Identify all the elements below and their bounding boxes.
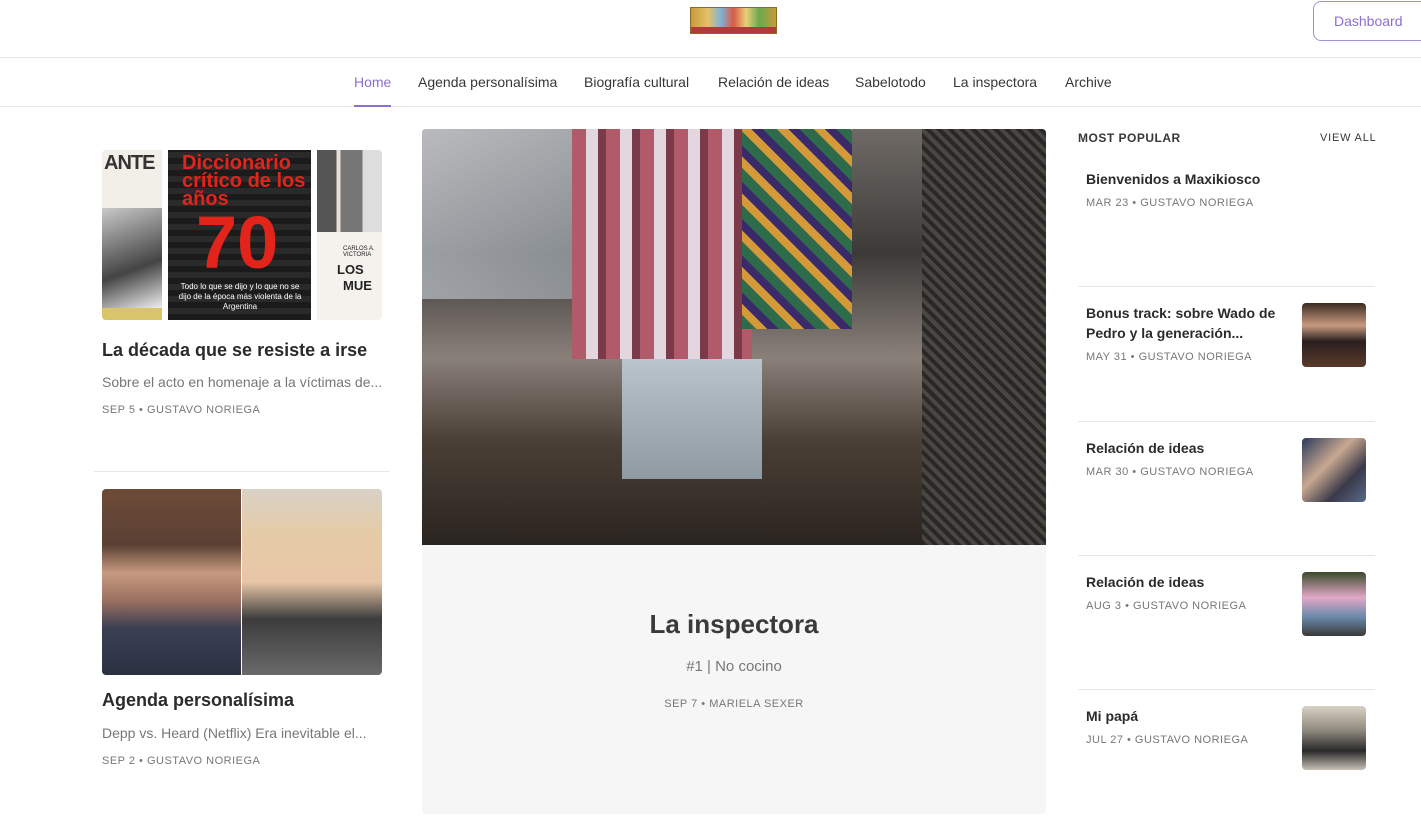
- nav-biografia-cultural[interactable]: Biografía cultural: [584, 58, 689, 106]
- nav-archive[interactable]: Archive: [1065, 58, 1112, 106]
- popular-item[interactable]: Relación de ideas AUG 3 • GUSTAVO NORIEG…: [1078, 555, 1375, 689]
- book-cover-image: ANTE: [102, 150, 162, 320]
- book-lettering: ANTE: [104, 152, 155, 174]
- post-cover-image[interactable]: [102, 489, 382, 675]
- divider: [94, 471, 390, 472]
- book-title-line: LOS: [337, 262, 364, 277]
- nav-agenda-personalisima[interactable]: Agenda personalísima: [418, 58, 557, 106]
- book-stripe: [102, 308, 162, 320]
- popular-item-meta: JUL 27 • GUSTAVO NORIEGA: [1086, 734, 1249, 746]
- image-shirt: [572, 129, 752, 359]
- image-jacket: [742, 129, 852, 329]
- featured-post-meta: SEP 7 • MARIELA SEXER: [664, 698, 804, 710]
- book-authors: CARLOS A. VICTORIA: [343, 246, 375, 258]
- post-subtitle: Depp vs. Heard (Netflix) Era inevitable …: [102, 725, 367, 741]
- book-photo: [102, 208, 162, 308]
- image-chair: [922, 129, 1046, 545]
- popular-item-meta: AUG 3 • GUSTAVO NORIEGA: [1086, 600, 1247, 612]
- nav-relacion-de-ideas[interactable]: Relación de ideas: [718, 58, 829, 106]
- popular-item-thumbnail[interactable]: [1302, 303, 1366, 367]
- popular-item-title[interactable]: Bonus track: sobre Wado de Pedro y la ge…: [1086, 303, 1291, 343]
- nav-sabelotodo[interactable]: Sabelotodo: [855, 58, 926, 106]
- book-number: 70: [196, 201, 279, 284]
- popular-item-title[interactable]: Relación de ideas: [1086, 572, 1291, 592]
- dashboard-button[interactable]: Dashboard: [1313, 1, 1421, 41]
- post-cover-image[interactable]: ANTE Diccionario crítico de los años 70 …: [102, 150, 382, 320]
- popular-item[interactable]: Mi papá JUL 27 • GUSTAVO NORIEGA: [1078, 689, 1375, 823]
- popular-item-title[interactable]: Mi papá: [1086, 706, 1291, 726]
- book-cover-image: Diccionario crítico de los años 70 Todo …: [168, 150, 311, 320]
- post-meta: SEP 2 • GUSTAVO NORIEGA: [102, 755, 261, 767]
- popular-item-meta: MAY 31 • GUSTAVO NORIEGA: [1086, 351, 1253, 363]
- post-title[interactable]: Agenda personalísima: [102, 690, 294, 711]
- book-photos: [317, 150, 382, 232]
- image-jeans: [622, 359, 762, 479]
- popular-item-thumbnail[interactable]: [1302, 438, 1366, 502]
- section-nav: Home Agenda personalísima Biografía cult…: [0, 58, 1421, 107]
- featured-post-title[interactable]: La inspectora: [422, 609, 1046, 640]
- book-title: Diccionario crítico de los años: [182, 152, 306, 210]
- featured-post-image[interactable]: [422, 129, 1046, 545]
- site-header: Dashboard: [0, 0, 1421, 58]
- popular-item[interactable]: Bienvenidos a Maxikiosco MAR 23 • GUSTAV…: [1078, 152, 1375, 286]
- popular-item-thumbnail[interactable]: [1302, 706, 1366, 770]
- post-meta: SEP 5 • GUSTAVO NORIEGA: [102, 404, 261, 416]
- nav-home[interactable]: Home: [354, 58, 392, 107]
- divider: [1078, 421, 1375, 422]
- popular-item-meta: MAR 23 • GUSTAVO NORIEGA: [1086, 197, 1254, 209]
- popular-item-meta: MAR 30 • GUSTAVO NORIEGA: [1086, 466, 1254, 478]
- popular-item-thumbnail[interactable]: [1302, 572, 1366, 636]
- featured-post[interactable]: La inspectora #1 | No cocino SEP 7 • MAR…: [422, 129, 1046, 814]
- post-title[interactable]: La década que se resiste a irse: [102, 340, 367, 361]
- divider: [1078, 286, 1375, 287]
- site-logo[interactable]: [690, 7, 777, 34]
- portrait-photo: [242, 489, 382, 675]
- nav-la-inspectora[interactable]: La inspectora: [953, 58, 1037, 106]
- divider: [1078, 689, 1375, 690]
- post-card[interactable]: Agenda personalísima Depp vs. Heard (Net…: [102, 489, 382, 789]
- post-card[interactable]: ANTE Diccionario crítico de los años 70 …: [102, 150, 382, 450]
- most-popular-heading: MOST POPULAR: [1078, 131, 1181, 145]
- featured-post-subtitle: #1 | No cocino: [686, 658, 782, 675]
- book-title-line: MUE: [343, 278, 372, 293]
- book-tagline: Todo lo que se dijo y lo que no se dijo …: [178, 282, 302, 311]
- divider: [1078, 555, 1375, 556]
- portrait-photo: [102, 489, 241, 675]
- post-subtitle: Sobre el acto en homenaje a la víctimas …: [102, 374, 382, 390]
- popular-item[interactable]: Bonus track: sobre Wado de Pedro y la ge…: [1078, 286, 1375, 420]
- popular-item[interactable]: Relación de ideas MAR 30 • GUSTAVO NORIE…: [1078, 421, 1375, 555]
- book-cover-image: CARLOS A. VICTORIA LOS MUE: [317, 150, 382, 320]
- popular-item-title[interactable]: Bienvenidos a Maxikiosco: [1086, 169, 1291, 189]
- view-all-link[interactable]: VIEW ALL: [1320, 132, 1377, 144]
- popular-item-title[interactable]: Relación de ideas: [1086, 438, 1291, 458]
